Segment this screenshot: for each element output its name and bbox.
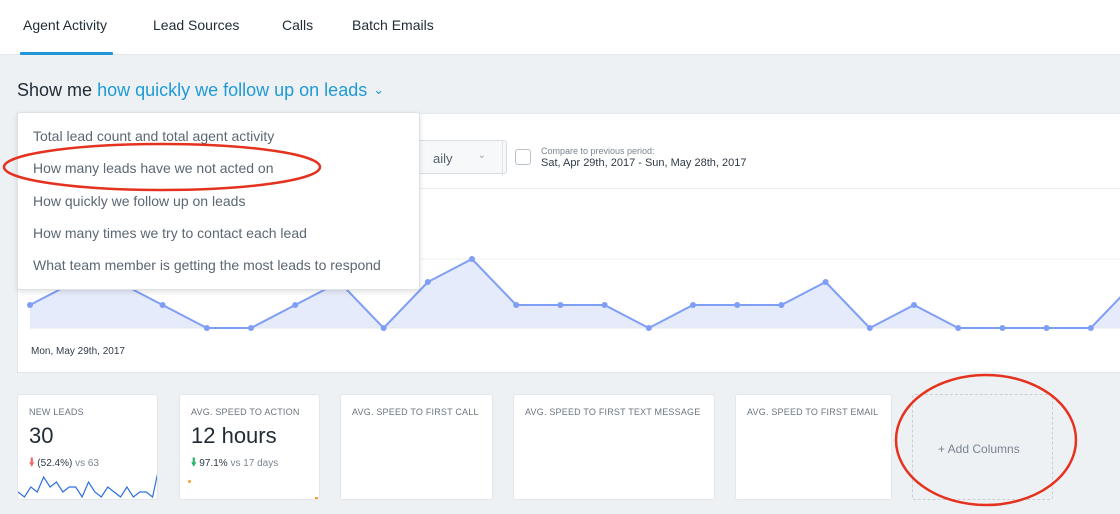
chart-point[interactable] [955, 325, 962, 331]
card-title: AVG. SPEED TO FIRST TEXT MESSAGE [525, 407, 701, 417]
tab-calls[interactable]: Calls [282, 17, 313, 33]
card-avg-speed-to-action[interactable]: AVG. SPEED TO ACTION 12 hours 🠛 97.1% vs… [179, 394, 320, 500]
sparkline-line [18, 473, 157, 499]
top-nav: Agent Activity Lead Sources Calls Batch … [0, 0, 1120, 55]
chart-point[interactable] [469, 256, 475, 262]
sparkline-dot [188, 480, 191, 483]
chart-point[interactable] [778, 302, 785, 308]
add-columns-label: + Add Columns [938, 442, 1020, 456]
card-avg-speed-to-first-email[interactable]: AVG. SPEED TO FIRST EMAIL [735, 394, 892, 500]
chart-point[interactable] [159, 302, 166, 308]
card-delta-compare: vs 17 days [230, 458, 279, 469]
sparkline-dot [315, 497, 318, 499]
chart-point[interactable] [424, 279, 431, 285]
card-new-leads[interactable]: NEW LEADS 30 🠛 (52.4%) vs 63 [17, 394, 158, 500]
card-title: AVG. SPEED TO ACTION [191, 407, 300, 417]
menu-item-total-lead-count[interactable]: Total lead count and total agent activit… [33, 128, 274, 144]
card-value: 12 hours [191, 423, 277, 448]
chart-point[interactable] [27, 302, 33, 308]
report-selector: Show me how quickly we follow up on lead… [17, 80, 384, 101]
chart-point[interactable] [999, 325, 1006, 331]
arrow-down-icon: 🠛 [191, 457, 197, 469]
tab-agent-activity[interactable]: Agent Activity [19, 17, 114, 55]
card-value: 30 [29, 423, 54, 448]
chart-point[interactable] [513, 302, 520, 308]
menu-item-follow-up-speed[interactable]: How quickly we follow up on leads [33, 193, 245, 209]
card-title: NEW LEADS [29, 407, 84, 417]
chart-point[interactable] [380, 325, 387, 331]
chart-point[interactable] [822, 279, 829, 285]
chart-point[interactable] [690, 302, 696, 308]
report-menu: Total lead count and total agent activit… [17, 112, 420, 290]
menu-item-leads-not-acted-on[interactable]: How many leads have we not acted on [33, 160, 273, 176]
chart-point[interactable] [911, 302, 917, 308]
chart-point[interactable] [734, 302, 741, 308]
card-avg-speed-to-first-call[interactable]: AVG. SPEED TO FIRST CALL [340, 394, 493, 500]
report-selector-prefix: Show me [17, 80, 93, 100]
tab-batch-emails[interactable]: Batch Emails [352, 17, 434, 33]
card-title: AVG. SPEED TO FIRST EMAIL [747, 407, 879, 417]
chart-point[interactable] [292, 302, 299, 308]
menu-item-top-team-member[interactable]: What team member is getting the most lea… [33, 257, 381, 273]
chart-point[interactable] [1043, 325, 1050, 331]
menu-item-contact-attempts[interactable]: How many times we try to contact each le… [33, 225, 307, 241]
card-avg-speed-to-first-text[interactable]: AVG. SPEED TO FIRST TEXT MESSAGE [513, 394, 715, 500]
card-delta: 🠛 97.1% vs 17 days [191, 454, 278, 473]
chart-point[interactable] [248, 325, 254, 331]
card-title: AVG. SPEED TO FIRST CALL [352, 407, 479, 417]
x-axis-start-label: Mon, May 29th, 2017 [31, 346, 125, 357]
chevron-down-icon[interactable]: ⌄ [373, 82, 384, 97]
add-columns-button[interactable]: + Add Columns [912, 394, 1053, 500]
sparkline-chart [18, 473, 157, 499]
chart-point[interactable] [203, 325, 210, 331]
card-delta-percent: 97.1% [199, 458, 228, 469]
chart-point[interactable] [645, 325, 652, 331]
report-selector-value[interactable]: how quickly we follow up on leads [97, 80, 367, 100]
chart-point[interactable] [557, 302, 564, 308]
chart-point[interactable] [601, 302, 608, 308]
tab-lead-sources[interactable]: Lead Sources [153, 17, 239, 33]
chart-point[interactable] [866, 325, 873, 331]
chart-point[interactable] [1087, 325, 1094, 331]
